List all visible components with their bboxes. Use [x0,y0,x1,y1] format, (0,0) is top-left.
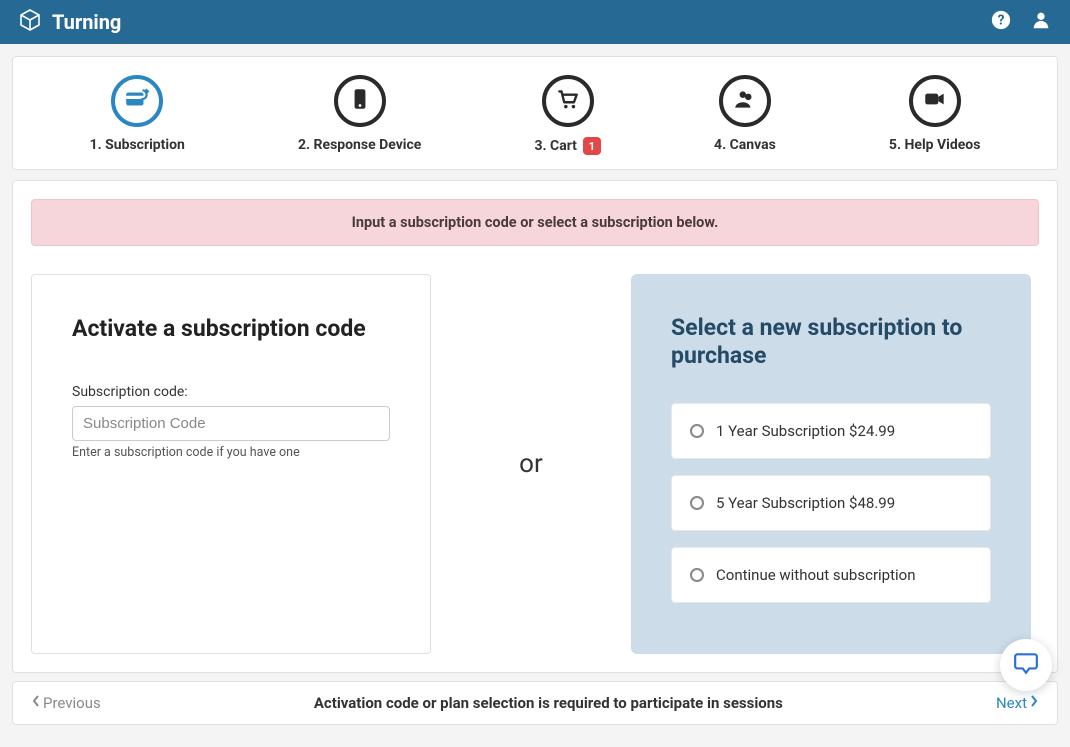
svg-text:?: ? [998,13,1005,29]
previous-label: Previous [43,694,101,712]
chevron-right-icon [1029,694,1039,712]
step-response-device[interactable]: 2. Response Device [298,75,421,155]
subscription-code-hint: Enter a subscription code if you have on… [72,445,390,460]
option-label: 5 Year Subscription $48.99 [716,494,895,512]
subscription-code-label: Subscription code: [72,384,390,400]
device-icon [347,86,373,116]
video-icon [922,86,948,116]
step-subscription[interactable]: 1. Subscription [90,75,185,155]
step-cart[interactable]: 3. Cart 1 [534,75,600,155]
cart-icon [555,86,581,116]
subscription-card-icon [124,86,150,116]
step-help-videos[interactable]: 5. Help Videos [889,75,980,155]
radio-icon [690,568,704,582]
chat-widget[interactable] [1000,639,1052,691]
cart-count-badge: 1 [583,137,601,155]
subscription-code-input[interactable] [72,406,390,441]
subscription-option-none[interactable]: Continue without subscription [671,547,991,603]
option-label: Continue without subscription [716,566,916,584]
help-icon[interactable]: ? [990,9,1012,35]
stepper: 1. Subscription 2. Response Device 3. Ca… [12,56,1058,170]
chat-icon [1013,650,1039,680]
main-card: Input a subscription code or select a su… [12,180,1058,673]
step-label: 5. Help Videos [889,137,980,153]
purchase-panel: Select a new subscription to purchase 1 … [631,274,1031,654]
step-label: 4. Canvas [714,137,776,153]
next-button[interactable]: Next [996,694,1039,712]
radio-icon [690,496,704,510]
subscription-option-5yr[interactable]: 5 Year Subscription $48.99 [671,475,991,531]
canvas-icon [732,86,758,116]
footer-message: Activation code or plan selection is req… [101,694,996,712]
subscription-option-1yr[interactable]: 1 Year Subscription $24.99 [671,403,991,459]
activate-title: Activate a subscription code [72,315,390,342]
step-label: 3. Cart [534,138,576,154]
brand: Turning [18,8,121,36]
user-icon[interactable] [1030,9,1052,35]
next-label: Next [996,694,1027,712]
or-separator: or [431,274,631,654]
activate-panel: Activate a subscription code Subscriptio… [31,274,431,654]
footer-bar: Previous Activation code or plan selecti… [12,681,1058,725]
previous-button: Previous [31,694,101,712]
step-canvas[interactable]: 4. Canvas [714,75,776,155]
alert-banner: Input a subscription code or select a su… [31,199,1039,246]
chevron-left-icon [31,694,41,712]
step-label: 2. Response Device [298,137,421,153]
option-label: 1 Year Subscription $24.99 [716,422,895,440]
radio-icon [690,424,704,438]
brand-name: Turning [52,10,121,34]
step-label: 1. Subscription [90,137,185,153]
top-bar: Turning ? [0,0,1070,44]
brand-cube-icon [18,8,42,36]
purchase-title: Select a new subscription to purchase [671,314,991,369]
